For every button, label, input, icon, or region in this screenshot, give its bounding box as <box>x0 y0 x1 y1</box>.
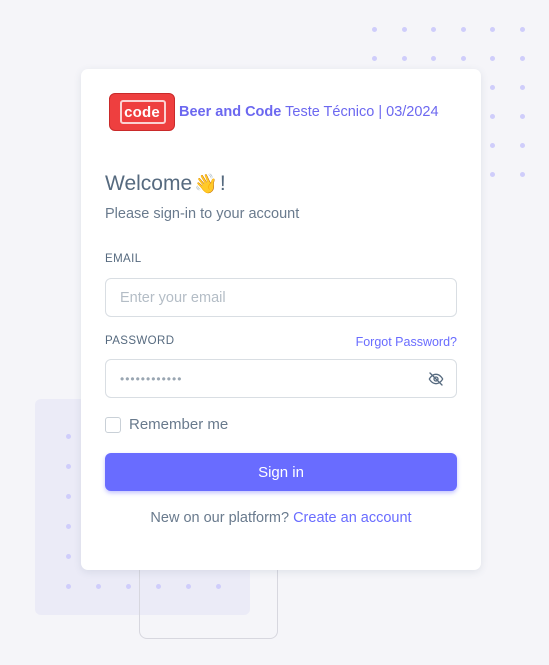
logo-text: code <box>124 103 160 121</box>
brand-logo: code <box>109 93 175 131</box>
email-label: EMAIL <box>105 253 142 265</box>
welcome-exclaim: ! <box>219 172 226 195</box>
brand-title: Beer and Code Teste Técnico | 03/2024 <box>179 104 439 120</box>
welcome-title: Welcome <box>105 172 193 195</box>
welcome-subtitle: Please sign-in to your account <box>105 206 300 222</box>
password-field[interactable] <box>105 359 457 398</box>
sign-in-button[interactable]: Sign in <box>105 453 457 491</box>
remember-me-checkbox[interactable] <box>105 416 121 433</box>
remember-me-label: Remember me <box>129 416 229 433</box>
signup-prompt-text: New on our platform? <box>150 510 290 526</box>
signup-prompt: New on our platform? Create an account <box>81 510 481 526</box>
login-card: code Beer and Code Teste Técnico | 03/20… <box>81 69 481 570</box>
brand-name: Beer and Code <box>179 104 282 120</box>
eye-off-icon[interactable] <box>427 370 445 388</box>
create-account-link[interactable]: Create an account <box>293 510 412 526</box>
email-field[interactable] <box>105 278 457 317</box>
welcome-heading: Welcome 👋 ! <box>105 172 226 196</box>
brand-header: code Beer and Code Teste Técnico | 03/20… <box>109 93 439 131</box>
password-label: PASSWORD <box>105 335 175 347</box>
remember-me-toggle[interactable]: Remember me <box>105 416 228 433</box>
brand-tagline: Teste Técnico | 03/2024 <box>285 104 439 120</box>
forgot-password-link[interactable]: Forgot Password? <box>356 335 457 349</box>
waving-hand-icon: 👋 <box>194 174 218 195</box>
